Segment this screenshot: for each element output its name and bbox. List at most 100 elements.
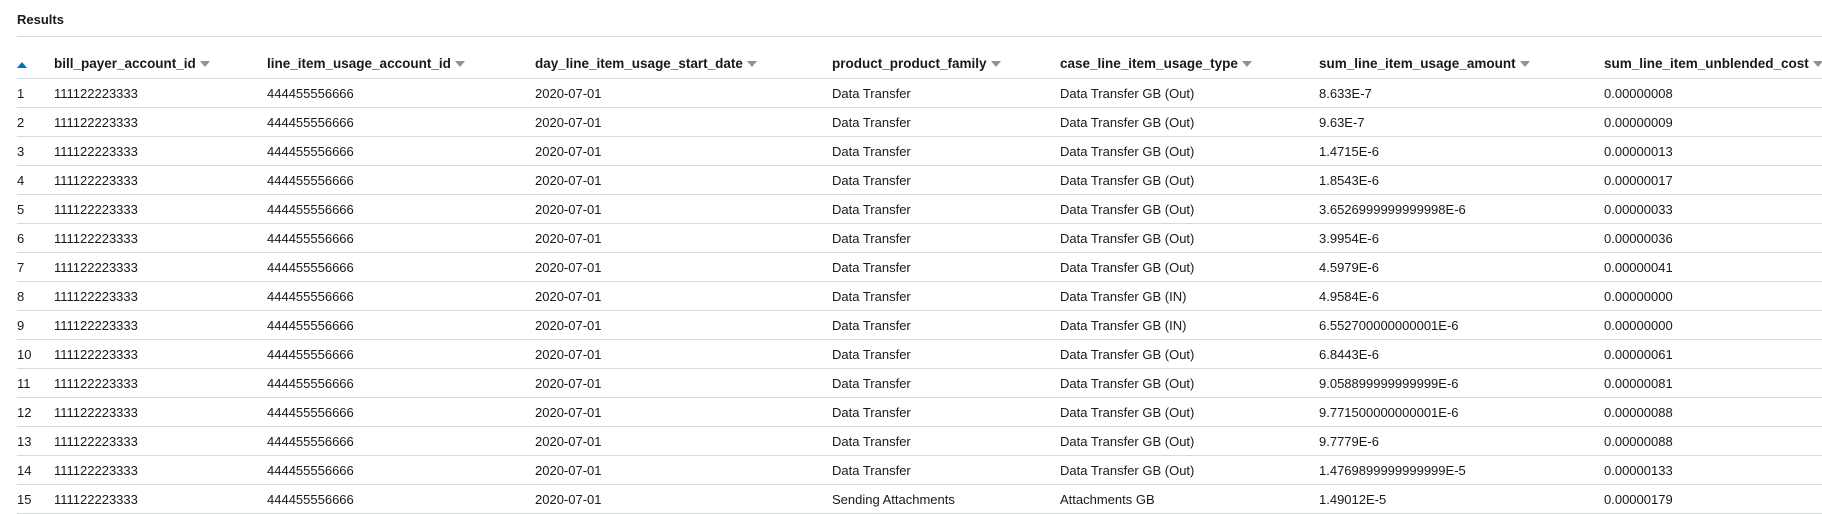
table-row: 1 111122223333 444455556666 2020-07-01 Data … — [17, 78, 1822, 108]
table-row: 7 111122223333 444455556666 2020-07-01 Data … — [17, 252, 1822, 282]
column-header[interactable]: product_product_family — [832, 49, 1060, 79]
usage-start-date-cell: 2020-07-01 — [535, 78, 832, 108]
bill-payer-account-id-cell: 111122223333 — [54, 426, 267, 456]
row-number-cell: 13 — [17, 426, 54, 456]
usage-type-cell: Data Transfer GB (Out) — [1060, 455, 1319, 485]
unblended-cost-cell: 0.00000036 — [1604, 223, 1822, 253]
usage-amount-cell: 9.058899999999999E-6 — [1319, 368, 1604, 398]
product-family-cell: Data Transfer — [832, 397, 1060, 427]
usage-type-cell: Data Transfer GB (IN) — [1060, 281, 1319, 311]
unblended-cost-cell: 0.00000033 — [1604, 194, 1822, 224]
usage-account-id-cell: 444455556666 — [267, 455, 535, 485]
column-header-label: day_line_item_usage_start_date — [535, 56, 743, 71]
table-row: 2 111122223333 444455556666 2020-07-01 Data … — [17, 107, 1822, 137]
column-header[interactable]: day_line_item_usage_start_date — [535, 49, 832, 79]
product-family-cell: Data Transfer — [832, 426, 1060, 456]
usage-type-cell: Data Transfer GB (IN) — [1060, 310, 1319, 340]
usage-account-id-cell: 444455556666 — [267, 194, 535, 224]
row-number-cell: 10 — [17, 339, 54, 369]
usage-type-cell: Data Transfer GB (Out) — [1060, 426, 1319, 456]
caret-down-icon[interactable] — [746, 61, 757, 67]
table-row: 9 111122223333 444455556666 2020-07-01 Data … — [17, 310, 1822, 340]
table-row: 4 111122223333 444455556666 2020-07-01 Data … — [17, 165, 1822, 195]
results-body: 1 111122223333 444455556666 2020-07-01 Data … — [17, 78, 1822, 514]
usage-start-date-cell: 2020-07-01 — [535, 310, 832, 340]
caret-down-icon[interactable] — [454, 61, 465, 67]
column-header[interactable]: sum_line_item_unblended_cost — [1604, 49, 1822, 79]
bill-payer-account-id-cell: 111122223333 — [54, 194, 267, 224]
row-number-cell: 11 — [17, 368, 54, 398]
row-number-cell: 4 — [17, 165, 54, 195]
usage-account-id-cell: 444455556666 — [267, 281, 535, 311]
sort-ascending-icon[interactable] — [17, 62, 27, 68]
usage-amount-cell: 4.5979E-6 — [1319, 252, 1604, 282]
bill-payer-account-id-cell: 111122223333 — [54, 252, 267, 282]
usage-type-cell: Data Transfer GB (Out) — [1060, 368, 1319, 398]
usage-start-date-cell: 2020-07-01 — [535, 252, 832, 282]
usage-amount-cell: 1.8543E-6 — [1319, 165, 1604, 195]
usage-account-id-cell: 444455556666 — [267, 310, 535, 340]
usage-start-date-cell: 2020-07-01 — [535, 107, 832, 137]
product-family-cell: Sending Attachments — [832, 484, 1060, 514]
usage-start-date-cell: 2020-07-01 — [535, 484, 832, 514]
product-family-cell: Data Transfer — [832, 252, 1060, 282]
usage-amount-cell: 1.4715E-6 — [1319, 136, 1604, 166]
row-number-cell: 1 — [17, 78, 54, 108]
column-header-label: bill_payer_account_id — [54, 56, 196, 71]
usage-type-cell: Attachments GB — [1060, 484, 1319, 514]
usage-account-id-cell: 444455556666 — [267, 397, 535, 427]
caret-down-icon[interactable] — [1519, 61, 1530, 67]
usage-start-date-cell: 2020-07-01 — [535, 281, 832, 311]
usage-amount-cell: 9.63E-7 — [1319, 107, 1604, 137]
results-title: Results — [17, 12, 64, 27]
row-number-cell: 2 — [17, 107, 54, 137]
bill-payer-account-id-cell: 111122223333 — [54, 455, 267, 485]
usage-account-id-cell: 444455556666 — [267, 78, 535, 108]
row-number-cell: 6 — [17, 223, 54, 253]
unblended-cost-cell: 0.00000041 — [1604, 252, 1822, 282]
row-number-cell: 12 — [17, 397, 54, 427]
usage-start-date-cell: 2020-07-01 — [535, 165, 832, 195]
title-divider — [17, 36, 1822, 37]
caret-down-icon[interactable] — [199, 61, 210, 67]
usage-amount-cell: 4.9584E-6 — [1319, 281, 1604, 311]
usage-account-id-cell: 444455556666 — [267, 484, 535, 514]
usage-account-id-cell: 444455556666 — [267, 165, 535, 195]
caret-down-icon[interactable] — [990, 61, 1001, 67]
unblended-cost-cell: 0.00000179 — [1604, 484, 1822, 514]
table-row: 13 111122223333 444455556666 2020-07-01 Data… — [17, 426, 1822, 456]
usage-account-id-cell: 444455556666 — [267, 368, 535, 398]
product-family-cell: Data Transfer — [832, 165, 1060, 195]
usage-start-date-cell: 2020-07-01 — [535, 455, 832, 485]
usage-amount-cell: 1.49012E-5 — [1319, 484, 1604, 514]
column-header[interactable]: case_line_item_usage_type — [1060, 49, 1319, 79]
bill-payer-account-id-cell: 111122223333 — [54, 107, 267, 137]
product-family-cell: Data Transfer — [832, 194, 1060, 224]
usage-account-id-cell: 444455556666 — [267, 339, 535, 369]
usage-account-id-cell: 444455556666 — [267, 136, 535, 166]
header-row: bill_payer_account_id line_item_usage_ac… — [17, 49, 1822, 79]
usage-type-cell: Data Transfer GB (Out) — [1060, 165, 1319, 195]
caret-down-icon[interactable] — [1241, 61, 1252, 67]
column-header[interactable]: line_item_usage_account_id — [267, 49, 535, 79]
usage-amount-cell: 9.771500000000001E-6 — [1319, 397, 1604, 427]
usage-account-id-cell: 444455556666 — [267, 223, 535, 253]
column-header-label: product_product_family — [832, 56, 987, 71]
results-table: bill_payer_account_id line_item_usage_ac… — [17, 49, 1822, 514]
bill-payer-account-id-cell: 111122223333 — [54, 310, 267, 340]
bill-payer-account-id-cell: 111122223333 — [54, 484, 267, 514]
caret-down-icon[interactable] — [1812, 61, 1822, 67]
usage-start-date-cell: 2020-07-01 — [535, 339, 832, 369]
column-header[interactable]: bill_payer_account_id — [54, 49, 267, 79]
usage-account-id-cell: 444455556666 — [267, 426, 535, 456]
row-number-header[interactable] — [17, 49, 54, 79]
product-family-cell: Data Transfer — [832, 107, 1060, 137]
unblended-cost-cell: 0.00000061 — [1604, 339, 1822, 369]
bill-payer-account-id-cell: 111122223333 — [54, 136, 267, 166]
product-family-cell: Data Transfer — [832, 339, 1060, 369]
unblended-cost-cell: 0.00000013 — [1604, 136, 1822, 166]
row-number-cell: 8 — [17, 281, 54, 311]
column-header[interactable]: sum_line_item_usage_amount — [1319, 49, 1604, 79]
column-header-label: sum_line_item_unblended_cost — [1604, 56, 1809, 71]
unblended-cost-cell: 0.00000000 — [1604, 310, 1822, 340]
